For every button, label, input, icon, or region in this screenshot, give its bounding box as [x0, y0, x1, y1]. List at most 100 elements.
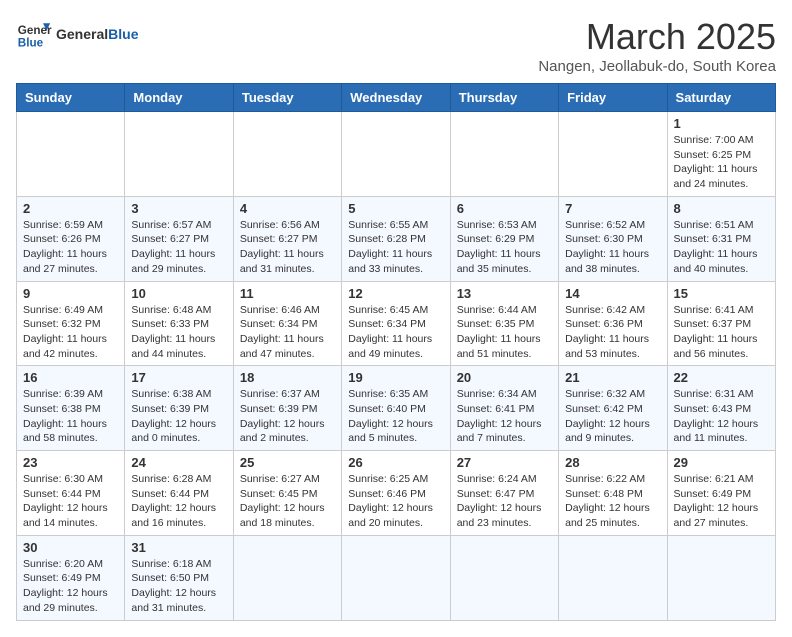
day-number: 27: [457, 455, 552, 470]
calendar-cell: 4 Sunrise: 6:56 AM Sunset: 6:27 PM Daylig…: [233, 196, 341, 281]
day-number: 22: [674, 370, 769, 385]
calendar-cell: [667, 535, 775, 620]
calendar-cell: 9 Sunrise: 6:49 AM Sunset: 6:32 PM Daylig…: [17, 281, 125, 366]
calendar-cell: 12Sunrise: 6:45 AM Sunset: 6:34 PM Dayli…: [342, 281, 450, 366]
day-info: Sunrise: 7:00 AM Sunset: 6:25 PM Dayligh…: [674, 133, 769, 192]
week-row-4: 16 Sunrise: 6:39 AM Sunset: 6:38 PM Dayli…: [17, 366, 776, 451]
day-info: Sunrise: 6:46 AM Sunset: 6:34 PM Dayligh…: [240, 303, 335, 362]
day-number: 7: [565, 201, 660, 216]
day-info: Sunrise: 6:59 AM Sunset: 6:26 PM Dayligh…: [23, 218, 118, 277]
calendar-cell: [450, 112, 558, 197]
calendar-cell: 16 Sunrise: 6:39 AM Sunset: 6:38 PM Dayli…: [17, 366, 125, 451]
calendar-cell: 20 Sunrise: 6:34 AM Sunset: 6:41 PM Dayli…: [450, 366, 558, 451]
day-info: Sunrise: 6:52 AM Sunset: 6:30 PM Dayligh…: [565, 218, 660, 277]
day-info: Sunrise: 6:31 AM Sunset: 6:43 PM Dayligh…: [674, 387, 769, 446]
calendar-cell: 23 Sunrise: 6:30 AM Sunset: 6:44 PM Dayli…: [17, 451, 125, 536]
weekday-header-row: SundayMondayTuesdayWednesdayThursdayFrid…: [17, 84, 776, 112]
calendar-cell: 30Sunrise: 6:20 AM Sunset: 6:49 PM Dayli…: [17, 535, 125, 620]
day-number: 20: [457, 370, 552, 385]
calendar-cell: [233, 112, 341, 197]
day-info: Sunrise: 6:55 AM Sunset: 6:28 PM Dayligh…: [348, 218, 443, 277]
calendar-cell: [125, 112, 233, 197]
weekday-header-saturday: Saturday: [667, 84, 775, 112]
day-number: 13: [457, 286, 552, 301]
calendar-cell: 22 Sunrise: 6:31 AM Sunset: 6:43 PM Dayli…: [667, 366, 775, 451]
calendar-body: 1 Sunrise: 7:00 AM Sunset: 6:25 PM Daylig…: [17, 112, 776, 621]
day-number: 11: [240, 286, 335, 301]
calendar-cell: [450, 535, 558, 620]
day-number: 4: [240, 201, 335, 216]
calendar-cell: 31 Sunrise: 6:18 AM Sunset: 6:50 PM Dayli…: [125, 535, 233, 620]
week-row-1: 1 Sunrise: 7:00 AM Sunset: 6:25 PM Daylig…: [17, 112, 776, 197]
day-number: 28: [565, 455, 660, 470]
day-info: Sunrise: 6:24 AM Sunset: 6:47 PM Dayligh…: [457, 472, 552, 531]
calendar-cell: 24Sunrise: 6:28 AM Sunset: 6:44 PM Dayli…: [125, 451, 233, 536]
week-row-2: 2Sunrise: 6:59 AM Sunset: 6:26 PM Daylig…: [17, 196, 776, 281]
day-info: Sunrise: 6:27 AM Sunset: 6:45 PM Dayligh…: [240, 472, 335, 531]
day-number: 23: [23, 455, 118, 470]
calendar-cell: 17Sunrise: 6:38 AM Sunset: 6:39 PM Dayli…: [125, 366, 233, 451]
day-number: 16: [23, 370, 118, 385]
day-info: Sunrise: 6:18 AM Sunset: 6:50 PM Dayligh…: [131, 557, 226, 616]
day-number: 24: [131, 455, 226, 470]
calendar-header: SundayMondayTuesdayWednesdayThursdayFrid…: [17, 84, 776, 112]
day-info: Sunrise: 6:32 AM Sunset: 6:42 PM Dayligh…: [565, 387, 660, 446]
day-number: 31: [131, 540, 226, 555]
calendar-cell: 7 Sunrise: 6:52 AM Sunset: 6:30 PM Daylig…: [559, 196, 667, 281]
calendar-cell: 2Sunrise: 6:59 AM Sunset: 6:26 PM Daylig…: [17, 196, 125, 281]
weekday-header-thursday: Thursday: [450, 84, 558, 112]
day-info: Sunrise: 6:30 AM Sunset: 6:44 PM Dayligh…: [23, 472, 118, 531]
day-info: Sunrise: 6:51 AM Sunset: 6:31 PM Dayligh…: [674, 218, 769, 277]
calendar-cell: 27 Sunrise: 6:24 AM Sunset: 6:47 PM Dayli…: [450, 451, 558, 536]
calendar-cell: 25 Sunrise: 6:27 AM Sunset: 6:45 PM Dayli…: [233, 451, 341, 536]
day-info: Sunrise: 6:34 AM Sunset: 6:41 PM Dayligh…: [457, 387, 552, 446]
calendar-cell: 1 Sunrise: 7:00 AM Sunset: 6:25 PM Daylig…: [667, 112, 775, 197]
day-number: 29: [674, 455, 769, 470]
calendar-cell: [17, 112, 125, 197]
day-info: Sunrise: 6:56 AM Sunset: 6:27 PM Dayligh…: [240, 218, 335, 277]
calendar-cell: 11 Sunrise: 6:46 AM Sunset: 6:34 PM Dayli…: [233, 281, 341, 366]
day-number: 9: [23, 286, 118, 301]
day-number: 21: [565, 370, 660, 385]
calendar-cell: 28 Sunrise: 6:22 AM Sunset: 6:48 PM Dayli…: [559, 451, 667, 536]
calendar-cell: [559, 535, 667, 620]
day-info: Sunrise: 6:35 AM Sunset: 6:40 PM Dayligh…: [348, 387, 443, 446]
calendar-cell: 18Sunrise: 6:37 AM Sunset: 6:39 PM Dayli…: [233, 366, 341, 451]
day-number: 1: [674, 116, 769, 131]
day-number: 18: [240, 370, 335, 385]
calendar-cell: 29Sunrise: 6:21 AM Sunset: 6:49 PM Dayli…: [667, 451, 775, 536]
calendar-cell: 15 Sunrise: 6:41 AM Sunset: 6:37 PM Dayli…: [667, 281, 775, 366]
page-header: General Blue GeneralBlue March 2025 Nang…: [16, 16, 776, 75]
day-info: Sunrise: 6:53 AM Sunset: 6:29 PM Dayligh…: [457, 218, 552, 277]
calendar-cell: 21 Sunrise: 6:32 AM Sunset: 6:42 PM Dayli…: [559, 366, 667, 451]
logo-icon: General Blue: [16, 16, 52, 52]
day-info: Sunrise: 6:41 AM Sunset: 6:37 PM Dayligh…: [674, 303, 769, 362]
day-number: 15: [674, 286, 769, 301]
calendar-table: SundayMondayTuesdayWednesdayThursdayFrid…: [16, 83, 776, 621]
day-number: 12: [348, 286, 443, 301]
day-info: Sunrise: 6:44 AM Sunset: 6:35 PM Dayligh…: [457, 303, 552, 362]
day-info: Sunrise: 6:57 AM Sunset: 6:27 PM Dayligh…: [131, 218, 226, 277]
day-info: Sunrise: 6:39 AM Sunset: 6:38 PM Dayligh…: [23, 387, 118, 446]
weekday-header-monday: Monday: [125, 84, 233, 112]
day-info: Sunrise: 6:22 AM Sunset: 6:48 PM Dayligh…: [565, 472, 660, 531]
calendar-cell: [342, 112, 450, 197]
location-subtitle: Nangen, Jeollabuk-do, South Korea: [538, 58, 776, 75]
calendar-cell: 26Sunrise: 6:25 AM Sunset: 6:46 PM Dayli…: [342, 451, 450, 536]
day-number: 10: [131, 286, 226, 301]
title-area: March 2025 Nangen, Jeollabuk-do, South K…: [538, 16, 776, 75]
week-row-5: 23 Sunrise: 6:30 AM Sunset: 6:44 PM Dayli…: [17, 451, 776, 536]
month-title: March 2025: [538, 16, 776, 58]
day-number: 26: [348, 455, 443, 470]
day-number: 25: [240, 455, 335, 470]
calendar-cell: 14Sunrise: 6:42 AM Sunset: 6:36 PM Dayli…: [559, 281, 667, 366]
day-info: Sunrise: 6:49 AM Sunset: 6:32 PM Dayligh…: [23, 303, 118, 362]
weekday-header-friday: Friday: [559, 84, 667, 112]
day-info: Sunrise: 6:48 AM Sunset: 6:33 PM Dayligh…: [131, 303, 226, 362]
calendar-cell: 13 Sunrise: 6:44 AM Sunset: 6:35 PM Dayli…: [450, 281, 558, 366]
calendar-cell: 10 Sunrise: 6:48 AM Sunset: 6:33 PM Dayli…: [125, 281, 233, 366]
weekday-header-tuesday: Tuesday: [233, 84, 341, 112]
calendar-cell: [559, 112, 667, 197]
day-info: Sunrise: 6:38 AM Sunset: 6:39 PM Dayligh…: [131, 387, 226, 446]
logo: General Blue GeneralBlue: [16, 16, 138, 52]
